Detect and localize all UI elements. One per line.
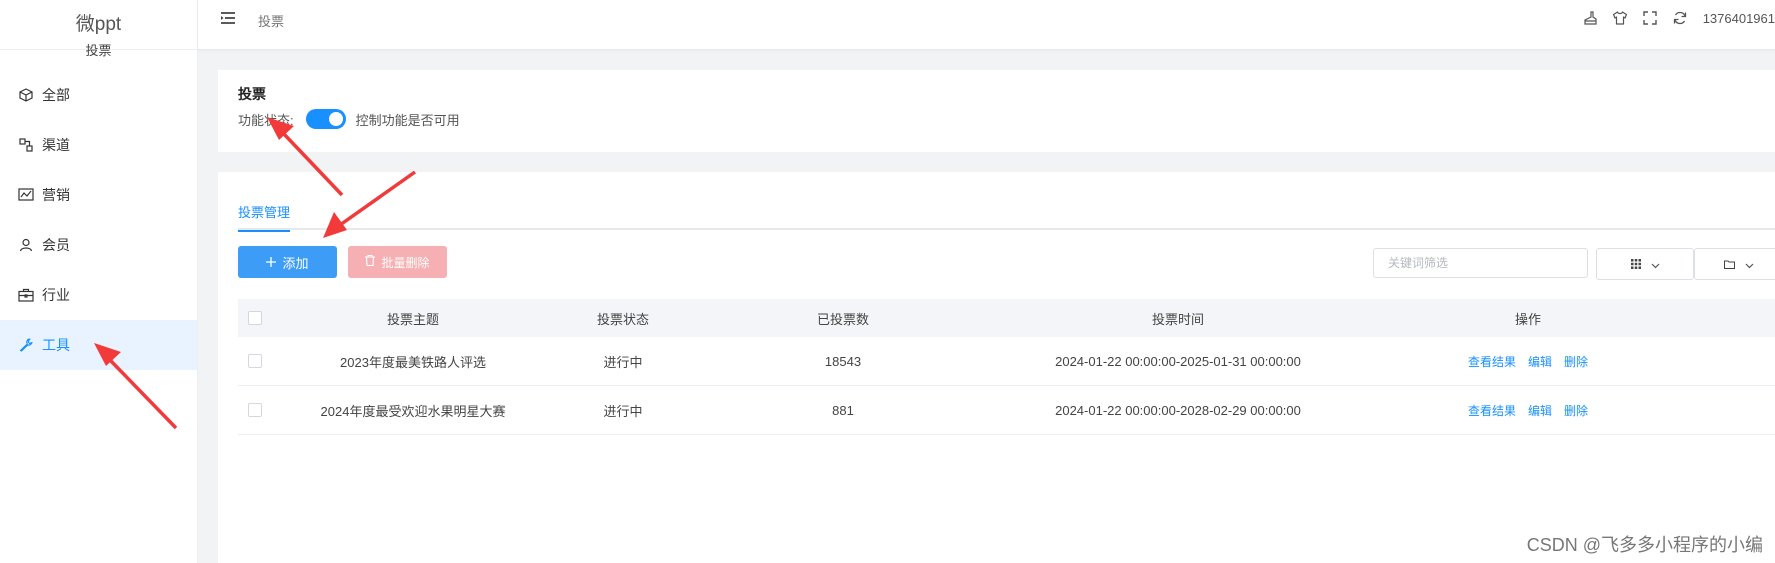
brand: 微ppt 投票 <box>0 0 197 58</box>
grid-icon <box>1630 257 1641 272</box>
sidebar-item-label: 行业 <box>42 287 70 303</box>
user-icon <box>18 237 34 253</box>
briefcase-icon <box>18 287 34 303</box>
top-header: 投票 1376401961 <box>198 0 1775 50</box>
cell-count: 18543 <box>824 353 862 369</box>
batch-delete-button[interactable]: 批量删除 <box>348 246 447 278</box>
sidebar-item-channel[interactable]: 渠道 <box>0 120 197 170</box>
toggle-knob <box>328 112 343 126</box>
edit-link[interactable]: 编辑 <box>1528 353 1552 370</box>
sidebar-item-label: 渠道 <box>42 137 70 153</box>
user-name[interactable]: 1376401961 <box>1703 11 1775 26</box>
feature-toggle[interactable] <box>305 109 346 129</box>
keyword-search-input[interactable] <box>1373 248 1588 278</box>
cell-time: 2024-01-22 00:00:00-2028-02-29 00:00:00 <box>1055 402 1301 418</box>
sidebar-item-label: 全部 <box>42 87 70 103</box>
trash-icon <box>365 254 376 269</box>
watermark: CSDN @飞多多小程序的小编 <box>1526 535 1763 555</box>
column-header-topic: 投票主题 <box>386 311 439 327</box>
cell-topic: 2024年度最受欢迎水果明星大赛 <box>320 403 506 419</box>
sidebar-item-tools[interactable]: 工具 <box>0 320 197 370</box>
cell-time: 2024-01-22 00:00:00-2025-01-31 00:00:00 <box>1055 353 1301 369</box>
sidebar-item-industry[interactable]: 行业 <box>0 270 197 320</box>
view-results-link[interactable]: 查看结果 <box>1468 402 1516 419</box>
header-actions: 1376401961 <box>1581 9 1775 27</box>
column-header-status: 投票状态 <box>596 311 649 327</box>
cell-actions: 查看结果 编辑 删除 <box>1438 402 1618 419</box>
add-button-label: 添加 <box>282 255 309 271</box>
cell-actions: 查看结果 编辑 删除 <box>1438 353 1618 370</box>
cell-status: 进行中 <box>603 354 643 370</box>
sidebar-item-label: 会员 <box>42 237 70 253</box>
channel-icon <box>18 137 34 153</box>
chart-line-icon <box>18 187 34 203</box>
feature-title: 投票 <box>238 86 266 102</box>
sidebar-item-member[interactable]: 会员 <box>0 220 197 270</box>
sidebar-item-all[interactable]: 全部 <box>0 70 197 120</box>
status-description: 控制功能是否可用 <box>355 112 460 128</box>
brand-name: 微ppt <box>75 14 122 35</box>
add-button[interactable]: 添加 <box>238 246 337 278</box>
row-checkbox[interactable] <box>248 354 262 368</box>
brand-subtitle: 投票 <box>85 43 112 58</box>
delete-link[interactable]: 删除 <box>1564 353 1588 370</box>
refresh-icon[interactable] <box>1671 9 1689 27</box>
sidebar: 微ppt 投票 全部 渠道 营销 会员 行业 工具 <box>0 0 198 563</box>
table-row: 2024年度最受欢迎水果明星大赛 进行中 881 2024-01-22 00:0… <box>238 386 1775 435</box>
sidebar-item-label: 营销 <box>42 187 70 203</box>
menu-toggle-icon[interactable] <box>220 11 236 27</box>
column-header-actions: 操作 <box>1514 311 1541 327</box>
feature-card: 投票 功能状态: 控制功能是否可用 <box>218 70 1775 152</box>
table-header-row: 投票主题 投票状态 已投票数 投票时间 操作 <box>238 299 1775 337</box>
select-all-checkbox[interactable] <box>248 311 262 325</box>
fullscreen-icon[interactable] <box>1641 9 1659 27</box>
tab-bar: 投票管理 <box>238 200 1775 232</box>
tab-vote-management[interactable]: 投票管理 <box>238 200 291 232</box>
cell-topic: 2023年度最美铁路人评选 <box>340 354 486 370</box>
cell-status: 进行中 <box>603 403 643 419</box>
column-header-count: 已投票数 <box>816 311 869 327</box>
view-results-link[interactable]: 查看结果 <box>1468 353 1516 370</box>
row-checkbox[interactable] <box>248 403 262 417</box>
vote-table: 投票主题 投票状态 已投票数 投票时间 操作 2023年度最美铁路人评选 进行中… <box>238 299 1775 435</box>
status-label: 功能状态: <box>238 112 294 128</box>
feature-status-row: 功能状态: 控制功能是否可用 <box>238 109 460 129</box>
sidebar-item-label: 工具 <box>42 337 70 353</box>
breadcrumb: 投票 <box>258 14 285 29</box>
cell-count: 881 <box>832 402 854 418</box>
broom-icon[interactable] <box>1581 9 1599 27</box>
wrench-icon <box>18 337 34 353</box>
chevron-down-icon <box>1745 257 1754 272</box>
plus-icon <box>266 255 277 270</box>
edit-link[interactable]: 编辑 <box>1528 402 1552 419</box>
chevron-down-icon <box>1651 257 1660 272</box>
sidebar-item-marketing[interactable]: 营销 <box>0 170 197 220</box>
sidebar-nav: 全部 渠道 营销 会员 行业 工具 <box>0 70 197 370</box>
column-header-time: 投票时间 <box>1151 311 1204 327</box>
delete-link[interactable]: 删除 <box>1564 402 1588 419</box>
table-row: 2023年度最美铁路人评选 进行中 18543 2024-01-22 00:00… <box>238 337 1775 386</box>
cube-icon <box>18 87 34 103</box>
view-mode-dropdown[interactable] <box>1596 248 1694 280</box>
folder-dropdown[interactable] <box>1694 248 1775 280</box>
vote-management-card: 投票管理 添加 批量删除 投票主题 投票状态 <box>218 172 1775 563</box>
shirt-icon[interactable] <box>1611 9 1629 27</box>
folder-icon <box>1724 257 1735 272</box>
batch-delete-label: 批量删除 <box>381 255 430 270</box>
